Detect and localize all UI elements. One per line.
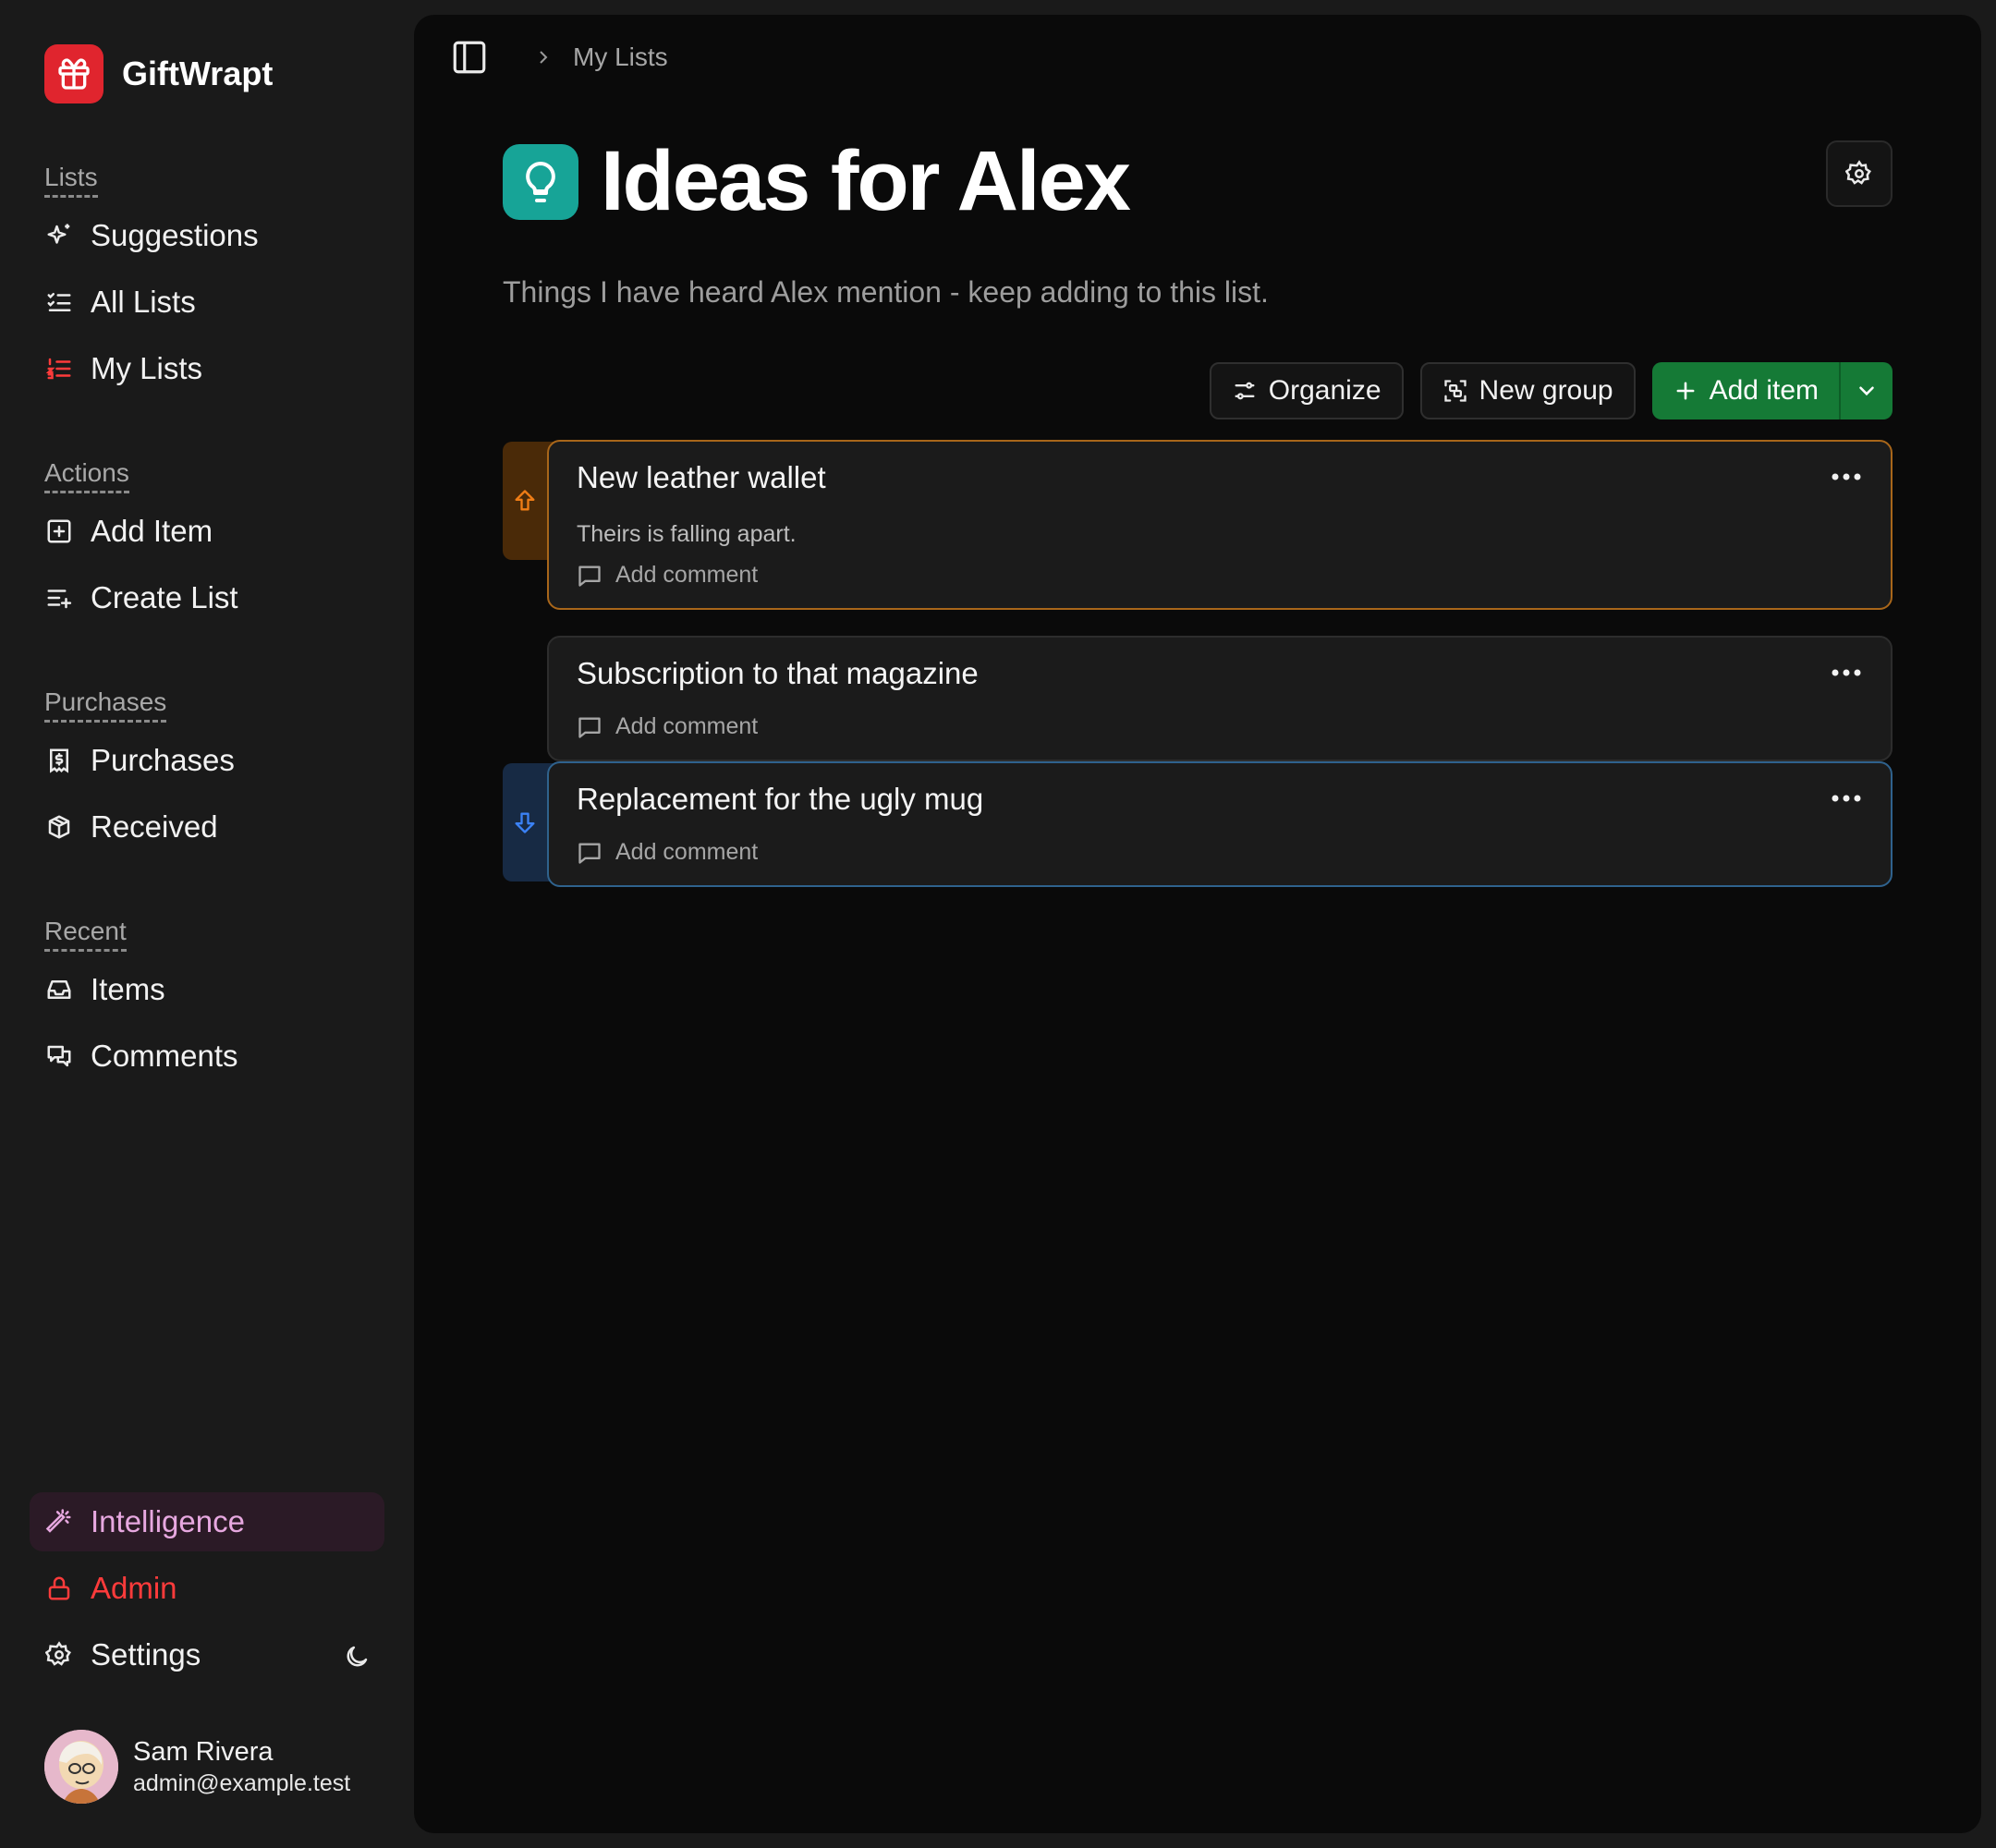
gift-icon	[44, 44, 103, 103]
package-icon	[44, 812, 74, 842]
add-comment-label: Add comment	[615, 713, 759, 739]
sidebar: GiftWrapt Lists Suggestions All Lists My…	[0, 0, 414, 1848]
comment-icon	[578, 565, 601, 587]
receipt-icon	[44, 746, 74, 775]
list-item: New leather wallet Theirs is falling apa…	[503, 440, 1893, 621]
user-email: admin@example.test	[133, 1770, 351, 1796]
more-options-icon[interactable]	[1828, 662, 1865, 684]
sidebar-item-my-lists[interactable]: My Lists	[30, 339, 384, 398]
sidebar-item-label: Purchases	[91, 743, 235, 777]
add-comment-button[interactable]: Add comment	[577, 839, 758, 866]
user-profile[interactable]: Sam Rivera admin@example.test	[44, 1730, 350, 1804]
item-title: Replacement for the ugly mug	[577, 782, 984, 816]
sidebar-item-add-item[interactable]: Add Item	[30, 502, 384, 561]
sidebar-item-settings[interactable]: Settings	[30, 1625, 307, 1684]
sidebar-item-label: My Lists	[91, 351, 203, 385]
sidebar-item-intelligence[interactable]: Intelligence	[30, 1492, 384, 1551]
more-options-icon[interactable]	[1828, 787, 1865, 809]
organize-label: Organize	[1268, 375, 1381, 406]
sidebar-item-label: Items	[91, 972, 165, 1006]
sidebar-item-items[interactable]: Items	[30, 960, 384, 1019]
avatar	[44, 1730, 118, 1804]
sidebar-item-label: Admin	[91, 1571, 177, 1605]
gear-icon	[44, 1640, 74, 1670]
list-item: Subscription to that magazine Add commen…	[503, 621, 1893, 761]
add-comment-button[interactable]: Add comment	[577, 562, 758, 589]
lock-icon	[44, 1574, 74, 1603]
add-item-button[interactable]: Add item	[1652, 362, 1841, 419]
main-panel: My Lists Ideas for Alex Things I have he…	[414, 15, 1981, 1833]
sidebar-item-suggestions[interactable]: Suggestions	[30, 206, 384, 265]
list-plus-icon	[44, 583, 74, 613]
sidebar-item-all-lists[interactable]: All Lists	[30, 273, 384, 332]
comment-icon	[578, 717, 601, 738]
add-comment-label: Add comment	[615, 562, 759, 588]
app-window: GiftWrapt Lists Suggestions All Lists My…	[0, 0, 1996, 1848]
sidebar-item-label: All Lists	[91, 285, 196, 319]
sidebar-item-label: Suggestions	[91, 218, 259, 252]
section-label-purchases: Purchases	[44, 687, 167, 723]
add-comment-button[interactable]: Add comment	[577, 713, 758, 740]
messages-icon	[44, 1041, 74, 1071]
list-header: Ideas for Alex	[503, 133, 1131, 230]
arrow-up-icon	[515, 490, 535, 511]
page-title: Ideas for Alex	[601, 134, 1131, 228]
chevron-down-icon[interactable]	[1841, 362, 1893, 419]
list-description: Things I have heard Alex mention - keep …	[503, 275, 1269, 309]
magic-wand-icon	[44, 1507, 74, 1537]
item-title: Subscription to that magazine	[577, 656, 979, 690]
item-title: New leather wallet	[577, 460, 826, 494]
plus-icon	[1676, 382, 1695, 400]
lightbulb-icon	[503, 143, 578, 220]
toolbar: Organize New group Add item	[1209, 362, 1893, 419]
brand-name: GiftWrapt	[122, 55, 274, 92]
sidebar-toggle-icon[interactable]	[447, 35, 492, 79]
add-item-split-button: Add item	[1651, 362, 1893, 419]
sliders-icon	[1235, 382, 1255, 400]
organize-button[interactable]: Organize	[1209, 362, 1404, 419]
list-settings-button[interactable]	[1826, 140, 1893, 207]
more-options-icon[interactable]	[1828, 466, 1865, 488]
sidebar-item-comments[interactable]: Comments	[30, 1027, 384, 1086]
section-label-lists: Lists	[44, 162, 98, 198]
sidebar-item-admin[interactable]: Admin	[30, 1559, 384, 1618]
sidebar-item-purchases[interactable]: Purchases	[30, 731, 384, 790]
sparkles-icon	[44, 221, 74, 250]
square-plus-icon	[44, 517, 74, 546]
arrow-down-icon	[515, 812, 535, 833]
section-label-actions: Actions	[44, 457, 129, 493]
add-comment-label: Add comment	[615, 839, 759, 865]
list-ordered-icon	[44, 354, 74, 383]
section-label-recent: Recent	[44, 916, 127, 952]
gear-icon	[1845, 160, 1871, 185]
sidebar-item-label: Comments	[91, 1039, 238, 1073]
comment-icon	[578, 843, 601, 864]
sidebar-item-label: Settings	[91, 1637, 201, 1672]
list-checks-icon	[44, 287, 74, 317]
list-item: Replacement for the ugly mug Add comment	[503, 761, 1893, 891]
group-icon	[1443, 380, 1467, 402]
moon-icon[interactable]	[340, 1640, 373, 1673]
user-name: Sam Rivera	[133, 1737, 274, 1767]
item-card[interactable]: Subscription to that magazine Add commen…	[547, 636, 1893, 761]
item-note: Theirs is falling apart.	[577, 521, 797, 547]
item-card[interactable]: New leather wallet Theirs is falling apa…	[547, 440, 1893, 610]
sidebar-item-label: Intelligence	[91, 1504, 245, 1538]
new-group-button[interactable]: New group	[1419, 362, 1636, 419]
new-group-label: New group	[1479, 375, 1613, 406]
sidebar-item-create-list[interactable]: Create List	[30, 568, 384, 627]
sidebar-item-received[interactable]: Received	[30, 797, 384, 857]
sidebar-item-label: Add Item	[91, 514, 213, 548]
sidebar-item-label: Create List	[91, 580, 238, 614]
brand[interactable]: GiftWrapt	[44, 44, 273, 103]
inbox-icon	[44, 975, 74, 1004]
add-item-label: Add item	[1709, 375, 1819, 406]
breadcrumb-my-lists[interactable]: My Lists	[573, 43, 668, 72]
chevron-right-icon	[532, 46, 554, 68]
topbar: My Lists	[447, 35, 668, 79]
item-card[interactable]: Replacement for the ugly mug Add comment	[547, 761, 1893, 887]
sidebar-item-label: Received	[91, 809, 218, 844]
